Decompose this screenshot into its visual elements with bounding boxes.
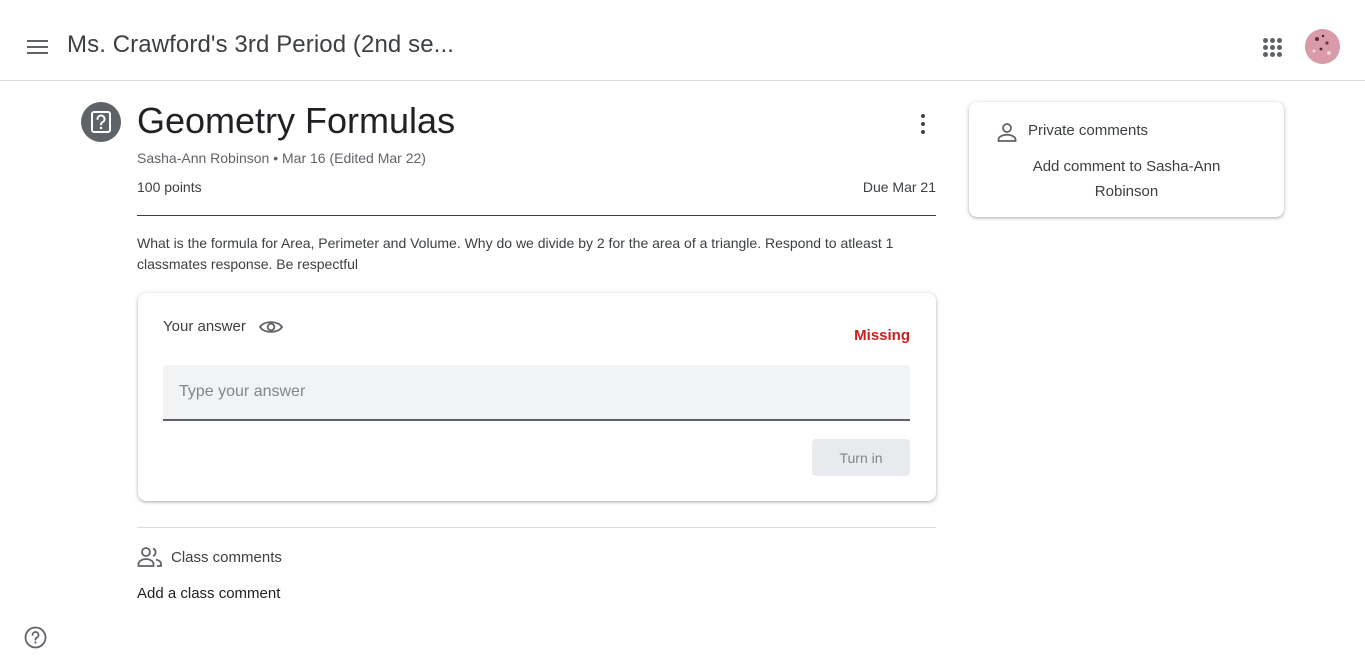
class-title[interactable]: Ms. Crawford's 3rd Period (2nd se... <box>67 31 454 59</box>
assignment-points: 100 points <box>137 179 202 195</box>
hamburger-menu-icon[interactable] <box>22 31 54 63</box>
google-apps-icon[interactable] <box>1262 37 1282 57</box>
turn-in-button[interactable]: Turn in <box>812 439 910 476</box>
user-avatar[interactable] <box>1305 29 1340 64</box>
private-comments-title: Private comments <box>1028 122 1149 139</box>
top-app-bar: Ms. Crawford's 3rd Period (2nd se... <box>0 0 1365 81</box>
eye-icon[interactable] <box>258 317 284 337</box>
person-icon <box>996 121 1018 143</box>
assignment-description: What is the formula for Area, Perimeter … <box>137 235 894 272</box>
people-icon <box>137 546 163 568</box>
private-comments-card: Private comments Add comment to Sasha-An… <box>969 102 1284 217</box>
answer-card: Your answer Missing Turn in <box>138 293 936 501</box>
more-options-icon[interactable] <box>910 110 936 138</box>
assignment-title: Geometry Formulas <box>137 100 456 141</box>
question-assignment-icon <box>81 102 121 142</box>
status-badge-missing: Missing <box>854 327 910 344</box>
add-private-comment-link[interactable]: Add comment to Sasha-Ann Robinson <box>1009 154 1244 204</box>
class-comments-title: Class comments <box>171 549 282 566</box>
add-class-comment-link[interactable]: Add a class comment <box>137 585 280 602</box>
assignment-due-date: Due Mar 21 <box>862 179 936 195</box>
help-icon[interactable] <box>24 626 47 649</box>
assignment-meta: Sasha-Ann Robinson • Mar 16 (Edited Mar … <box>137 150 426 166</box>
header-divider <box>137 215 936 216</box>
your-answer-label: Your answer <box>163 318 246 335</box>
comments-divider <box>137 527 936 528</box>
answer-input[interactable] <box>163 365 910 421</box>
